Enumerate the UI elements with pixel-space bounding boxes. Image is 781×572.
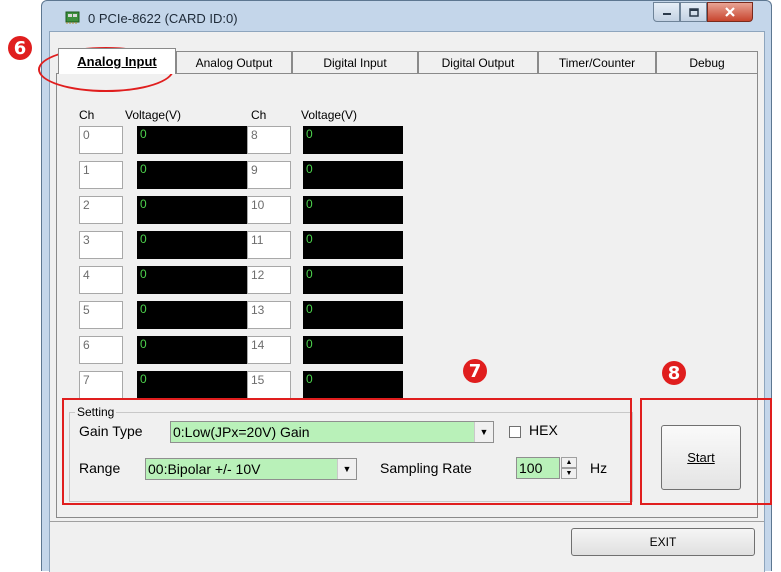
tab-digital-input[interactable]: Digital Input bbox=[292, 51, 418, 73]
channel-number: 7 bbox=[79, 371, 123, 399]
channel-number: 6 bbox=[79, 336, 123, 364]
ch-header-right: Ch bbox=[251, 108, 267, 122]
voltage-header-right: Voltage(V) bbox=[301, 108, 358, 122]
annotation-marker: 8 bbox=[662, 361, 686, 385]
tab-label: Debug bbox=[689, 55, 725, 70]
annotation-box bbox=[62, 398, 632, 505]
tab-analog-input[interactable]: Analog Input bbox=[58, 48, 176, 74]
tab-analog-output[interactable]: Analog Output bbox=[176, 51, 292, 73]
tab-digital-output[interactable]: Digital Output bbox=[418, 51, 538, 73]
channel-number: 13 bbox=[247, 301, 291, 329]
close-icon bbox=[725, 7, 735, 17]
ch-header-left: Ch bbox=[79, 108, 95, 122]
channel-number: 14 bbox=[247, 336, 291, 364]
voltage-display: 0 bbox=[303, 336, 403, 364]
annotation-box bbox=[640, 398, 772, 505]
card-icon bbox=[65, 11, 80, 24]
tab-label: Digital Output bbox=[441, 55, 515, 70]
channel-number: 15 bbox=[247, 371, 291, 399]
voltage-display: 0 bbox=[303, 161, 403, 189]
voltage-display: 0 bbox=[303, 371, 403, 399]
annotation-marker: 7 bbox=[463, 359, 487, 383]
annotation-marker: 6 bbox=[8, 36, 32, 60]
channel-number: 0 bbox=[79, 126, 123, 154]
voltage-display: 0 bbox=[303, 126, 403, 154]
voltage-display: 0 bbox=[303, 266, 403, 294]
channel-number: 12 bbox=[247, 266, 291, 294]
voltage-header-left: Voltage(V) bbox=[125, 108, 182, 122]
tab-label: Timer/Counter bbox=[558, 55, 636, 70]
window-title: 0 PCIe-8622 (CARD ID:0) bbox=[88, 11, 238, 26]
minimize-icon bbox=[662, 13, 671, 15]
voltage-display: 0 bbox=[303, 231, 403, 259]
divider bbox=[50, 521, 764, 522]
channel-number: 9 bbox=[247, 161, 291, 189]
tab-debug[interactable]: Debug bbox=[656, 51, 758, 73]
channel-number: 10 bbox=[247, 196, 291, 224]
minimize-button[interactable] bbox=[653, 2, 680, 22]
title-bar[interactable]: 0 PCIe-8622 (CARD ID:0) bbox=[42, 1, 771, 31]
voltage-display: 0 bbox=[303, 301, 403, 329]
channel-number: 2 bbox=[79, 196, 123, 224]
maximize-button[interactable] bbox=[680, 2, 707, 22]
channel-number: 8 bbox=[247, 126, 291, 154]
channel-number: 4 bbox=[79, 266, 123, 294]
exit-button[interactable]: EXIT bbox=[571, 528, 755, 556]
channel-number: 5 bbox=[79, 301, 123, 329]
channel-number: 11 bbox=[247, 231, 291, 259]
tab-timer-counter[interactable]: Timer/Counter bbox=[538, 51, 656, 73]
tab-label: Analog Output bbox=[195, 55, 273, 70]
channel-number: 1 bbox=[79, 161, 123, 189]
voltage-display: 0 bbox=[303, 196, 403, 224]
tab-label: Digital Input bbox=[323, 55, 387, 70]
close-button[interactable] bbox=[707, 2, 753, 22]
exit-button-label: EXIT bbox=[649, 535, 677, 549]
channel-number: 3 bbox=[79, 231, 123, 259]
tab-label: Analog Input bbox=[77, 54, 157, 69]
maximize-icon bbox=[688, 7, 699, 17]
